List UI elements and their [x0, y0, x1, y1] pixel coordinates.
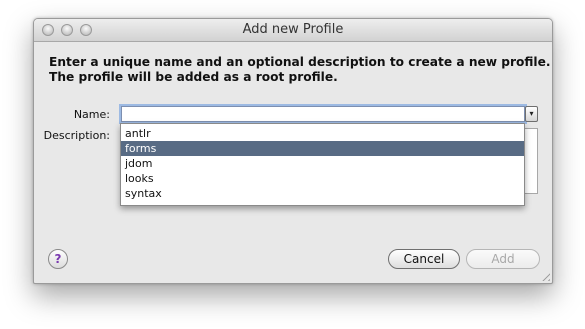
cancel-button[interactable]: Cancel [388, 249, 460, 269]
profile-name-dropdown-list[interactable]: antlr forms jdom looks syntax [120, 123, 525, 206]
dropdown-arrow-glyph: ▾ [529, 109, 534, 118]
instructions-line-2: The profile will be added as a root prof… [49, 70, 338, 84]
name-label: Name: [73, 108, 110, 121]
dropdown-item-antlr[interactable]: antlr [121, 126, 524, 141]
window-title: Add new Profile [242, 22, 344, 37]
dropdown-item-jdom[interactable]: jdom [121, 156, 524, 171]
description-label: Description: [43, 129, 110, 142]
dropdown-item-looks[interactable]: looks [121, 171, 524, 186]
name-combobox-input[interactable] [121, 106, 525, 122]
add-button[interactable]: Add [466, 249, 540, 269]
help-glyph: ? [54, 252, 62, 266]
help-icon[interactable]: ? [48, 249, 68, 269]
instructions-text: Enter a unique name and an optional desc… [49, 55, 551, 85]
add-profile-dialog: Add new Profile Enter a unique name and … [33, 18, 553, 284]
instructions-line-1: Enter a unique name and an optional desc… [49, 55, 551, 69]
resize-grip-icon[interactable] [539, 270, 550, 281]
title-bar[interactable]: Add new Profile [34, 19, 552, 42]
dropdown-item-forms[interactable]: forms [121, 141, 524, 156]
screen: Add new Profile Enter a unique name and … [0, 0, 585, 329]
dropdown-item-syntax[interactable]: syntax [121, 186, 524, 201]
chevron-down-icon[interactable]: ▾ [525, 106, 538, 122]
